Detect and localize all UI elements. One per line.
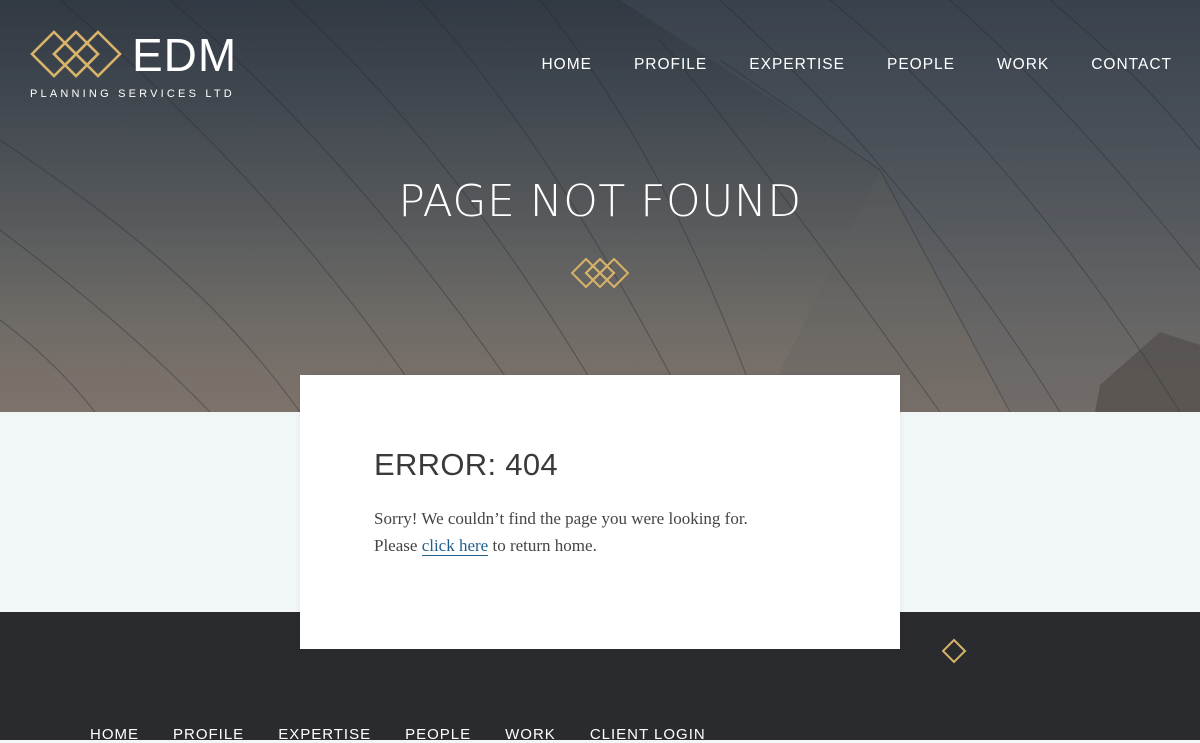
error-card: ERROR: 404 Sorry! We couldn’t find the p… [300, 375, 900, 649]
nav-item-contact[interactable]: CONTACT [1091, 56, 1172, 74]
footer-nav-work[interactable]: WORK [505, 726, 556, 743]
brand-logo[interactable]: EDM PLANNING SERVICES LTD [30, 30, 240, 105]
error-line-1: Sorry! We couldn’t find the page you wer… [374, 509, 748, 528]
error-message: Sorry! We couldn’t find the page you wer… [374, 505, 854, 559]
return-home-link[interactable]: click here [421, 536, 489, 556]
error-heading: ERROR: 404 [374, 447, 558, 482]
footer-nav-profile[interactable]: PROFILE [173, 726, 244, 743]
brand-name: EDM [132, 29, 238, 81]
brand-tagline: PLANNING SERVICES LTD [30, 88, 235, 100]
nav-item-expertise[interactable]: EXPERTISE [749, 56, 845, 74]
nav-item-home[interactable]: HOME [541, 56, 592, 74]
hero-banner: EDM PLANNING SERVICES LTD HOME PROFILE E… [0, 0, 1200, 412]
error-line-2-suffix: to return home. [488, 536, 597, 555]
main-navigation: HOME PROFILE EXPERTISE PEOPLE WORK CONTA… [541, 56, 1172, 74]
error-line-2: Please click here to return home. [374, 532, 854, 559]
nav-item-profile[interactable]: PROFILE [634, 56, 707, 74]
nav-item-work[interactable]: WORK [997, 56, 1049, 74]
diamond-ornament-icon [571, 258, 629, 288]
footer-nav-people[interactable]: PEOPLE [405, 726, 471, 743]
footer-navigation: HOME PROFILE EXPERTISE PEOPLE WORK CLIEN… [90, 726, 706, 743]
diamond-logo-icon [30, 30, 122, 78]
footer-nav-expertise[interactable]: EXPERTISE [278, 726, 371, 743]
footer-nav-client-login[interactable]: CLIENT LOGIN [590, 726, 706, 743]
nav-item-people[interactable]: PEOPLE [887, 56, 955, 74]
page-title: PAGE NOT FOUND [398, 176, 802, 227]
error-line-2-prefix: Please [374, 536, 422, 555]
footer-nav-home[interactable]: HOME [90, 726, 139, 743]
diamond-divider-icon [942, 638, 1200, 664]
